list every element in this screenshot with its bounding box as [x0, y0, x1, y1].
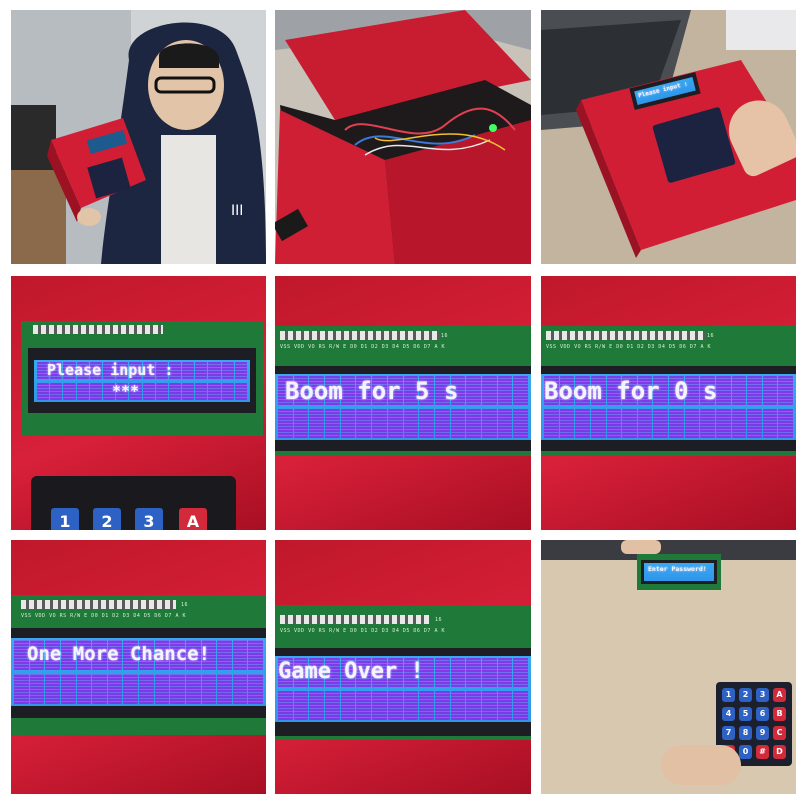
pin-labels: VSS VDD VO RS R/W E D0 D1 D2 D3 D4 D5 D6…: [280, 344, 445, 350]
lcd-bezel: Enter Password!: [641, 560, 717, 584]
lcd-screen: Please input : ***: [34, 360, 250, 402]
key-2[interactable]: 2: [93, 508, 121, 530]
hand-top: [621, 540, 661, 554]
header-pins: [280, 331, 440, 340]
header-pins: [33, 325, 163, 334]
photo-lcd-boom-5: VSS VDD VO RS R/W E D0 D1 D2 D3 D4 D5 D6…: [275, 276, 531, 530]
key-a[interactable]: A: [179, 508, 207, 530]
lcd-pcb: Enter Password!: [637, 554, 721, 590]
photo-box-keypad-use: Please input :: [541, 10, 796, 264]
key-6[interactable]: 6: [756, 707, 769, 721]
lcd-line-1: Boom for 0 s: [544, 377, 718, 405]
person-scene: III: [11, 10, 266, 264]
photo-lcd-please-input: Please input : *** 1 2 3 A: [11, 276, 266, 530]
lcd-screen: Game Over !: [275, 656, 531, 722]
key-9[interactable]: 9: [756, 726, 769, 740]
lcd-bezel: Please input : ***: [28, 348, 256, 413]
key-5[interactable]: 5: [739, 707, 752, 721]
lcd-bezel: Boom for 0 s: [541, 366, 796, 451]
pin-number: 16: [435, 617, 443, 623]
lcd-screen: One More Chance!: [11, 638, 266, 706]
key-0[interactable]: 0: [739, 745, 752, 759]
lcd-screen: Enter Password!: [644, 563, 714, 581]
lcd-screen: Boom for 5 s: [275, 374, 531, 440]
key-a[interactable]: A: [773, 688, 786, 702]
key-4[interactable]: 4: [722, 707, 735, 721]
key-3[interactable]: 3: [135, 508, 163, 530]
photo-open-box-wiring: [275, 10, 531, 264]
header-pins: [546, 331, 706, 340]
lcd-line-1: Game Over !: [278, 659, 424, 684]
lcd-bezel: Game Over !: [275, 648, 531, 736]
header-pins: [21, 600, 176, 609]
pin-number: 16: [181, 602, 189, 608]
photo-lcd-one-more-chance: VSS VDD VO RS R/W E D0 D1 D2 D3 D4 D5 D6…: [11, 540, 266, 794]
hand-bottom: [661, 745, 741, 785]
key-b[interactable]: B: [773, 707, 786, 721]
key-1[interactable]: 1: [51, 508, 79, 530]
photo-enter-password-keypad: Enter Password! 1 2 3 A 4 5 6 B 7 8 9 C …: [541, 540, 796, 794]
key-7[interactable]: 7: [722, 726, 735, 740]
key-d[interactable]: D: [773, 745, 786, 759]
key-1[interactable]: 1: [722, 688, 735, 702]
header-pins: [280, 615, 430, 624]
pin-number: 16: [441, 333, 449, 339]
photo-person-holding-box: III: [11, 10, 266, 264]
key-8[interactable]: 8: [739, 726, 752, 740]
photo-lcd-boom-0: VSS VDD VO RS R/W E D0 D1 D2 D3 D4 D5 D6…: [541, 276, 796, 530]
key-c[interactable]: C: [773, 726, 786, 740]
lcd-bezel: Boom for 5 s: [275, 366, 531, 451]
pin-number: 16: [707, 333, 715, 339]
lcd-line-1: Boom for 5 s: [285, 377, 459, 405]
lcd-line-2: ***: [112, 382, 140, 400]
svg-text:III: III: [231, 203, 243, 219]
pin-labels: VSS VDD VO RS R/W E D0 D1 D2 D3 D4 D5 D6…: [21, 613, 186, 619]
pin-labels: VSS VDD VO RS R/W E D0 D1 D2 D3 D4 D5 D6…: [546, 344, 711, 350]
key-2[interactable]: 2: [739, 688, 752, 702]
lcd-line-1: One More Chance!: [27, 643, 211, 665]
lcd-screen: Boom for 0 s: [541, 374, 796, 440]
lcd-line-1: Enter Password!: [648, 565, 707, 573]
lcd-line-1: Please input :: [47, 361, 174, 379]
photo-lcd-game-over: VSS VDD VO RS R/W E D0 D1 D2 D3 D4 D5 D6…: [275, 540, 531, 794]
key-3[interactable]: 3: [756, 688, 769, 702]
open-box-scene: [275, 10, 531, 264]
lcd-bezel: One More Chance!: [11, 628, 266, 718]
keypad[interactable]: 1 2 3 A: [31, 476, 236, 530]
pin-labels: VSS VDD VO RS R/W E D0 D1 D2 D3 D4 D5 D6…: [280, 628, 445, 634]
key-hash[interactable]: #: [756, 745, 769, 759]
